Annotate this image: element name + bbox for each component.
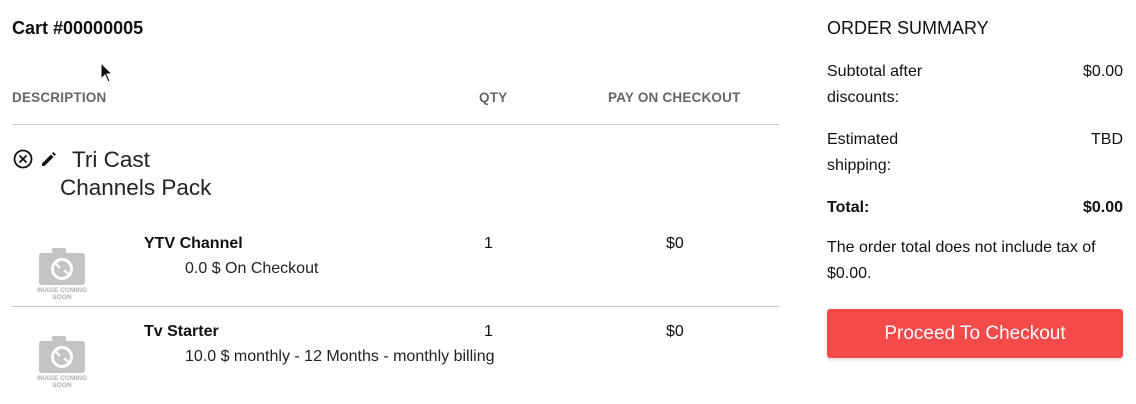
item-description: 0.0 $ On Checkout bbox=[185, 260, 319, 277]
camera-placeholder-icon bbox=[39, 336, 85, 373]
shipping-value: TBD bbox=[1091, 131, 1123, 148]
product-image: IMAGE COMING SOON bbox=[36, 245, 88, 307]
subtotal-label: Subtotal after discounts: bbox=[827, 63, 923, 106]
row-divider bbox=[12, 306, 779, 307]
item-name: YTV Channel bbox=[144, 235, 243, 252]
header-divider bbox=[12, 124, 779, 125]
subtotal-value: $0.00 bbox=[1082, 63, 1123, 80]
tax-note: The order total does not include tax of … bbox=[827, 239, 1096, 282]
shipping-label: Estimated shipping: bbox=[827, 131, 899, 174]
circle-x-icon bbox=[13, 149, 33, 169]
bundle-name-line2: Channels Pack bbox=[60, 175, 212, 200]
bundle-name: Tri Cast Channels Pack bbox=[60, 146, 211, 202]
column-header-description: DESCRIPTION bbox=[12, 90, 107, 105]
item-description: 10.0 $ monthly - 12 Months - monthly bil… bbox=[185, 348, 495, 365]
item-pay-on-checkout: $0 bbox=[666, 323, 684, 340]
bundle-name-line1: Tri Cast bbox=[72, 147, 150, 172]
order-summary: ORDER SUMMARY Subtotal after discounts: … bbox=[827, 18, 1123, 287]
remove-bundle-button[interactable] bbox=[12, 148, 34, 170]
item-qty: 1 bbox=[484, 235, 493, 252]
camera-placeholder-icon bbox=[39, 248, 85, 285]
item-qty: 1 bbox=[484, 323, 493, 340]
proceed-to-checkout-button[interactable]: Proceed To Checkout bbox=[827, 309, 1123, 358]
image-placeholder-caption: IMAGE COMING SOON bbox=[37, 287, 87, 301]
item-pay-on-checkout: $0 bbox=[666, 235, 684, 252]
image-placeholder-caption: IMAGE COMING SOON bbox=[37, 375, 87, 389]
item-name: Tv Starter bbox=[144, 323, 219, 340]
bundle-actions bbox=[12, 148, 60, 170]
total-label: Total: bbox=[827, 199, 870, 216]
cart-item-row: IMAGE COMING SOON YTV Channel 0.0 $ On C… bbox=[12, 235, 779, 321]
mouse-pointer-icon bbox=[100, 62, 114, 83]
total-value: $0.00 bbox=[1082, 199, 1123, 216]
pencil-icon bbox=[42, 152, 56, 166]
shipping-row: Estimated shipping: TBD bbox=[827, 127, 1123, 179]
subtotal-row: Subtotal after discounts: $0.00 bbox=[827, 59, 1123, 111]
column-header-pay-on-checkout: PAY ON CHECKOUT bbox=[608, 90, 741, 105]
cart-title: Cart #00000005 bbox=[12, 18, 144, 38]
order-summary-title: ORDER SUMMARY bbox=[827, 18, 989, 38]
column-header-qty: QTY bbox=[479, 90, 508, 105]
cart-item-row: IMAGE COMING SOON Tv Starter 10.0 $ mont… bbox=[12, 323, 779, 404]
edit-bundle-button[interactable] bbox=[38, 148, 60, 170]
product-image: IMAGE COMING SOON bbox=[36, 333, 88, 395]
total-row: Total: $0.00 bbox=[827, 195, 1123, 221]
